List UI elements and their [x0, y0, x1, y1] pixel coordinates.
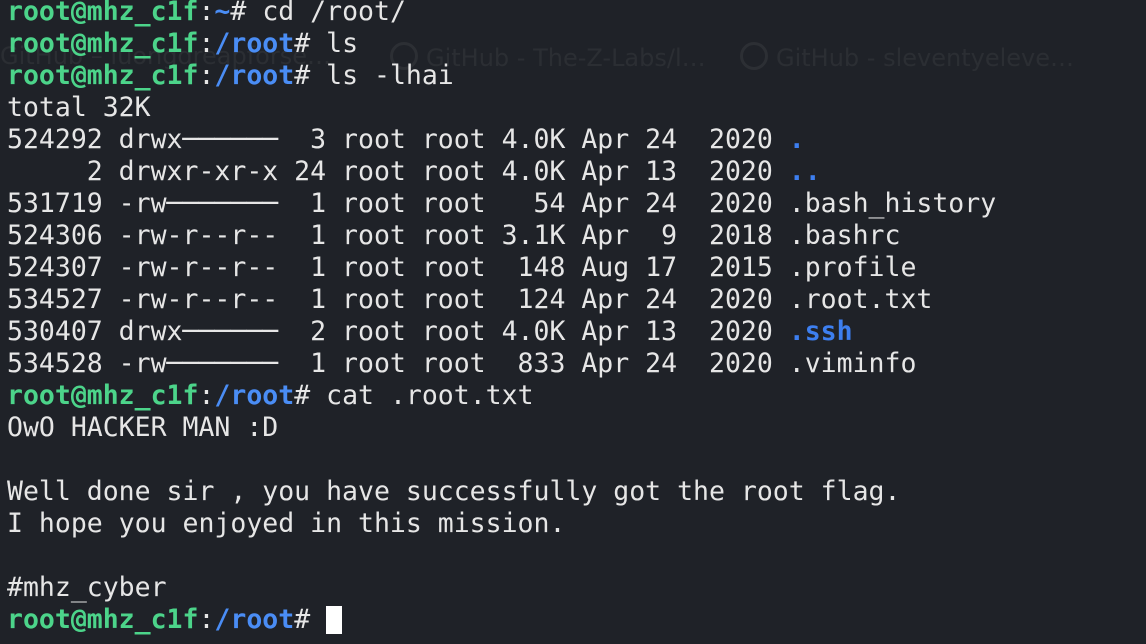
- listing-name: .bash_history: [788, 188, 997, 219]
- listing-meta: 530407 drwx────── 2 root root 4.0K Apr 1…: [7, 316, 789, 347]
- listing-name-dir: .: [788, 124, 805, 155]
- prompt-separator: :: [198, 604, 215, 635]
- listing-row: 534527 -rw-r--r-- 1 root root 124 Apr 24…: [7, 284, 996, 316]
- listing-name: .profile: [788, 252, 917, 283]
- listing-meta: 524306 -rw-r--r-- 1 root root 3.1K Apr 9…: [7, 220, 789, 251]
- listing-row: 2 drwxr-xr-x 24 root root 4.0K Apr 13 20…: [7, 156, 996, 188]
- command-line: root@mhz_c1f:/root# ls: [7, 28, 996, 60]
- prompt-hash: #: [294, 604, 311, 635]
- listing-meta: 534527 -rw-r--r-- 1 root root 124 Apr 24…: [7, 284, 789, 315]
- output-line: Well done sir , you have successfully go…: [7, 476, 901, 507]
- command-text: cd /root/: [246, 0, 406, 27]
- output-line: #mhz_cyber: [7, 572, 167, 603]
- prompt-user: root@mhz_c1f: [7, 380, 199, 411]
- command-text: ls: [310, 28, 359, 59]
- listing-meta: 524292 drwx────── 3 root root 4.0K Apr 2…: [7, 124, 789, 155]
- listing-row: 530407 drwx────── 2 root root 4.0K Apr 1…: [7, 316, 996, 348]
- prompt-separator: :: [198, 60, 215, 91]
- listing-meta: 524307 -rw-r--r-- 1 root root 148 Aug 17…: [7, 252, 789, 283]
- prompt-path: /root: [214, 60, 295, 91]
- listing-name-dir: ..: [788, 156, 821, 187]
- prompt-user: root@mhz_c1f: [7, 604, 199, 635]
- prompt-path: /root: [214, 604, 295, 635]
- listing-row: 524306 -rw-r--r-- 1 root root 3.1K Apr 9…: [7, 220, 996, 252]
- prompt-separator: :: [198, 28, 215, 59]
- command-text: cat .root.txt: [310, 380, 534, 411]
- terminal-window[interactable]: GitHub – luongdreapforse… GitHub - The-Z…: [0, 0, 1146, 644]
- prompt-path: ~: [214, 0, 231, 27]
- listing-name: .viminfo: [788, 348, 917, 379]
- listing-meta: 531719 -rw─────── 1 root root 54 Apr 24 …: [7, 188, 789, 219]
- listing-row: 524292 drwx────── 3 root root 4.0K Apr 2…: [7, 124, 996, 156]
- prompt-hash: #: [230, 0, 247, 27]
- listing-meta: 534528 -rw─────── 1 root root 833 Apr 24…: [7, 348, 789, 379]
- prompt-path: /root: [214, 28, 295, 59]
- output-line: OwO HACKER MAN :D: [7, 412, 279, 443]
- output-line: I hope you enjoyed in this mission.: [7, 508, 566, 539]
- prompt-separator: :: [198, 380, 215, 411]
- current-prompt-line[interactable]: root@mhz_c1f:/root#: [7, 604, 996, 636]
- command-text: ls -lhai: [310, 60, 454, 91]
- terminal-output: root@mhz_c1f:~# cd /root/ root@mhz_c1f:/…: [7, 0, 996, 636]
- prompt-user: root@mhz_c1f: [7, 0, 199, 27]
- command-line: root@mhz_c1f:~# cd /root/: [7, 0, 996, 28]
- listing-row: 524307 -rw-r--r-- 1 root root 148 Aug 17…: [7, 252, 996, 284]
- listing-row: 534528 -rw─────── 1 root root 833 Apr 24…: [7, 348, 996, 380]
- prompt-hash: #: [294, 60, 311, 91]
- command-input[interactable]: [310, 604, 326, 635]
- prompt-hash: #: [294, 28, 311, 59]
- listing-row: 531719 -rw─────── 1 root root 54 Apr 24 …: [7, 188, 996, 220]
- listing-total: total 32K: [7, 92, 151, 123]
- prompt-user: root@mhz_c1f: [7, 60, 199, 91]
- command-line: root@mhz_c1f:/root# cat .root.txt: [7, 380, 996, 412]
- listing-name: .bashrc: [788, 220, 901, 251]
- listing-name: .root.txt: [788, 284, 933, 315]
- prompt-path: /root: [214, 380, 295, 411]
- listing-name-dir: .ssh: [788, 316, 853, 347]
- prompt-hash: #: [294, 380, 311, 411]
- command-line: root@mhz_c1f:/root# ls -lhai: [7, 60, 996, 92]
- prompt-user: root@mhz_c1f: [7, 28, 199, 59]
- prompt-separator: :: [198, 0, 215, 27]
- listing-meta: 2 drwxr-xr-x 24 root root 4.0K Apr 13 20…: [7, 156, 789, 187]
- text-cursor: [326, 606, 343, 634]
